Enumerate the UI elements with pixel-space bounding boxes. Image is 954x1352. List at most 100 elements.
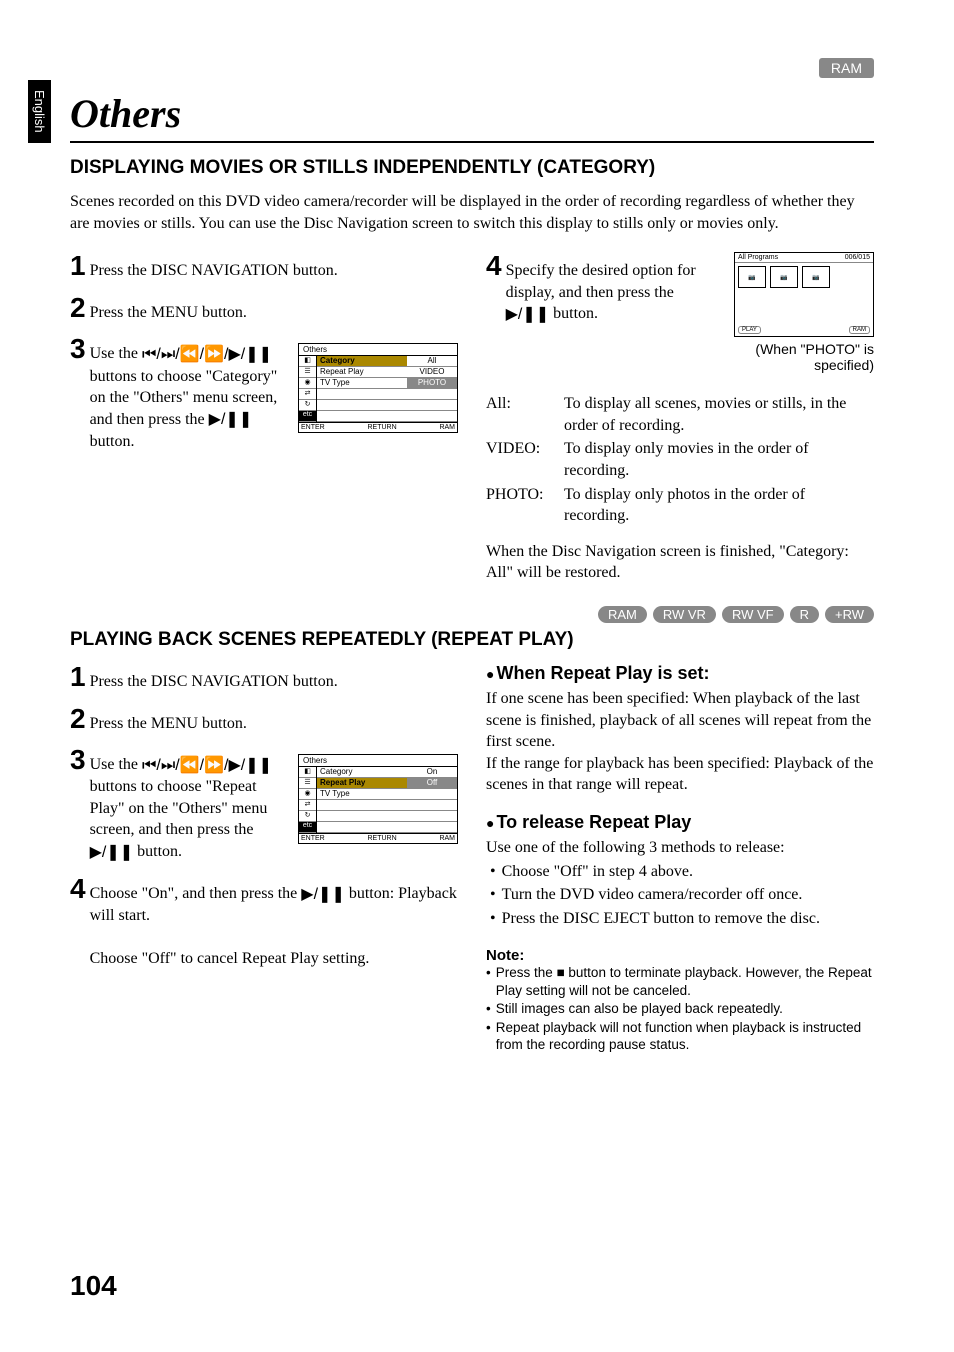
- menu-row-label: Repeat Play: [317, 367, 407, 377]
- text-fragment: Use the: [90, 345, 142, 362]
- menu-sidebar-icon: ⇄: [299, 800, 316, 811]
- menu-sidebar-icon: etc: [299, 822, 316, 833]
- format-badges: RAM RW VR RW VF R +RW: [70, 606, 874, 623]
- menu-row-value: [407, 789, 457, 799]
- screen-ram-label: RAM: [849, 326, 870, 334]
- section1-right-col: 4 Specify the desired option for display…: [486, 252, 874, 584]
- play-pause-icon: ▶/❚❚: [209, 409, 253, 431]
- menu-row-value: PHOTO: [407, 378, 457, 388]
- side-tab-language: English: [28, 80, 51, 143]
- step-number: 4: [70, 875, 86, 903]
- menu-row-label: Category: [317, 767, 407, 777]
- badge-rwvr: RW VR: [653, 606, 716, 623]
- nav-buttons-icon: ⏮/⏭/⏪/⏩/▶/❚❚: [142, 755, 272, 777]
- step-number: 3: [70, 335, 86, 363]
- step-text: Choose "On", and then press the ▶/❚❚ but…: [90, 875, 458, 970]
- menu-row-value: On: [407, 767, 457, 777]
- step-text: Use the ⏮/⏭/⏪/⏩/▶/❚❚ buttons to choose "…: [90, 746, 286, 863]
- menu-row-label: Repeat Play: [317, 778, 407, 788]
- section2-left-col: 1 Press the DISC NAVIGATION button. 2 Pr…: [70, 663, 458, 1055]
- list-item: Turn the DVD video camera/recorder off o…: [490, 884, 874, 906]
- page-number: 104: [70, 1270, 117, 1302]
- section1-left-col: 1 Press the DISC NAVIGATION button. 2 Pr…: [70, 252, 458, 584]
- menu-sidebar-icon: ◉: [299, 378, 316, 389]
- section1-heading: DISPLAYING MOVIES OR STILLS INDEPENDENTL…: [70, 157, 874, 179]
- menu-row-label: TV Type: [317, 378, 407, 388]
- note-list: Press the ■ button to terminate playback…: [486, 964, 874, 1054]
- body-paragraph: Use one of the following 3 methods to re…: [486, 837, 874, 859]
- screen-counter: 006/015: [845, 254, 870, 261]
- subheading-release: To release Repeat Play: [486, 812, 874, 833]
- body-paragraph: If one scene has been specified: When pl…: [486, 688, 874, 796]
- def-label: PHOTO:: [486, 484, 564, 527]
- thumbnail: 📷: [770, 266, 798, 288]
- list-item: Choose "Off" in step 4 above.: [490, 861, 874, 883]
- screen-title: All Programs: [738, 254, 778, 261]
- note-item: Still images can also be played back rep…: [486, 1000, 874, 1018]
- step-number: 3: [70, 746, 86, 774]
- text-fragment: buttons to choose "Repeat Play" on the "…: [90, 778, 268, 838]
- section1-intro: Scenes recorded on this DVD video camera…: [70, 191, 874, 234]
- menu-footer-enter: ENTER: [301, 424, 325, 431]
- note-item: Press the ■ button to terminate playback…: [486, 964, 874, 999]
- thumbnail: 📷: [802, 266, 830, 288]
- s2-step3: 3 Use the ⏮/⏭/⏪/⏩/▶/❚❚ buttons to choose…: [70, 746, 286, 863]
- text-fragment: button.: [549, 305, 598, 322]
- text-fragment: Use the: [90, 756, 142, 773]
- menu-row-label: Category: [317, 356, 407, 366]
- text-fragment: Choose "Off" to cancel Repeat Play setti…: [90, 950, 370, 967]
- s2-step1: 1 Press the DISC NAVIGATION button.: [70, 663, 458, 693]
- note-heading: Note:: [486, 947, 874, 964]
- menu-sidebar-icon: ◉: [299, 789, 316, 800]
- screen-play-label: PLAY: [738, 326, 761, 334]
- step-text: Press the DISC NAVIGATION button.: [90, 663, 458, 693]
- step-text: Press the MENU button.: [90, 705, 458, 735]
- def-text: To display all scenes, movies or stills,…: [564, 393, 874, 436]
- s1-step1: 1 Press the DISC NAVIGATION button.: [70, 252, 458, 282]
- menu-sidebar-icon: etc: [299, 411, 316, 422]
- page-title: Others: [70, 90, 874, 143]
- menu-row-value: Off: [407, 778, 457, 788]
- nav-buttons-icon: ⏮/⏭/⏪/⏩/▶/❚❚: [142, 344, 272, 366]
- bullet-list: Choose "Off" in step 4 above. Turn the D…: [490, 861, 874, 930]
- section2-heading: PLAYING BACK SCENES REPEATEDLY (REPEAT P…: [70, 629, 874, 651]
- thumbnail: 📷: [738, 266, 766, 288]
- section1-columns: 1 Press the DISC NAVIGATION button. 2 Pr…: [70, 252, 874, 584]
- def-text: To display only photos in the order of r…: [564, 484, 874, 527]
- s2-step2: 2 Press the MENU button.: [70, 705, 458, 735]
- def-label: VIDEO:: [486, 438, 564, 481]
- s1-step2: 2 Press the MENU button.: [70, 294, 458, 324]
- menu-title: Others: [299, 755, 457, 767]
- play-pause-icon: ▶/❚❚: [90, 842, 134, 864]
- menu-title: Others: [299, 344, 457, 356]
- menu-footer-enter: ENTER: [301, 835, 325, 842]
- badge-ram: RAM: [598, 606, 647, 623]
- step-text: Press the MENU button.: [90, 294, 458, 324]
- page-content: Others DISPLAYING MOVIES OR STILLS INDEP…: [70, 90, 874, 1055]
- menu-screenshot-repeat: Others ◧ ☰ ◉ ⇄ ↻ etc CategoryOn Repeat: [298, 754, 458, 844]
- step-text: Specify the desired option for display, …: [506, 252, 714, 325]
- badge-rwvf: RW VF: [722, 606, 784, 623]
- def-text: To display only movies in the order of r…: [564, 438, 874, 481]
- screenshot-caption: (When "PHOTO" is specified): [724, 341, 874, 373]
- s2-step4: 4 Choose "On", and then press the ▶/❚❚ b…: [70, 875, 458, 970]
- def-label: All:: [486, 393, 564, 436]
- play-pause-icon: ▶/❚❚: [506, 304, 550, 326]
- menu-sidebar-icon: ◧: [299, 356, 316, 367]
- menu-sidebar-icon: ↻: [299, 811, 316, 822]
- text-fragment: If the range for playback has been speci…: [486, 755, 873, 794]
- step-number: 2: [70, 705, 86, 733]
- menu-sidebar-icon: ⇄: [299, 389, 316, 400]
- menu-sidebar-icon: ☰: [299, 778, 316, 789]
- menu-footer-return: RETURN: [368, 424, 397, 431]
- menu-sidebar-icon: ◧: [299, 767, 316, 778]
- menu-sidebar-icon: ↻: [299, 400, 316, 411]
- s1-step4: 4 Specify the desired option for display…: [486, 252, 714, 325]
- restore-note: When the Disc Navigation screen is finis…: [486, 541, 874, 584]
- text-fragment: button.: [133, 843, 182, 860]
- section2-columns: 1 Press the DISC NAVIGATION button. 2 Pr…: [70, 663, 874, 1055]
- step-number: 4: [486, 252, 502, 280]
- menu-footer-return: RETURN: [368, 835, 397, 842]
- list-item: Press the DISC EJECT button to remove th…: [490, 908, 874, 930]
- text-fragment: button.: [90, 433, 135, 450]
